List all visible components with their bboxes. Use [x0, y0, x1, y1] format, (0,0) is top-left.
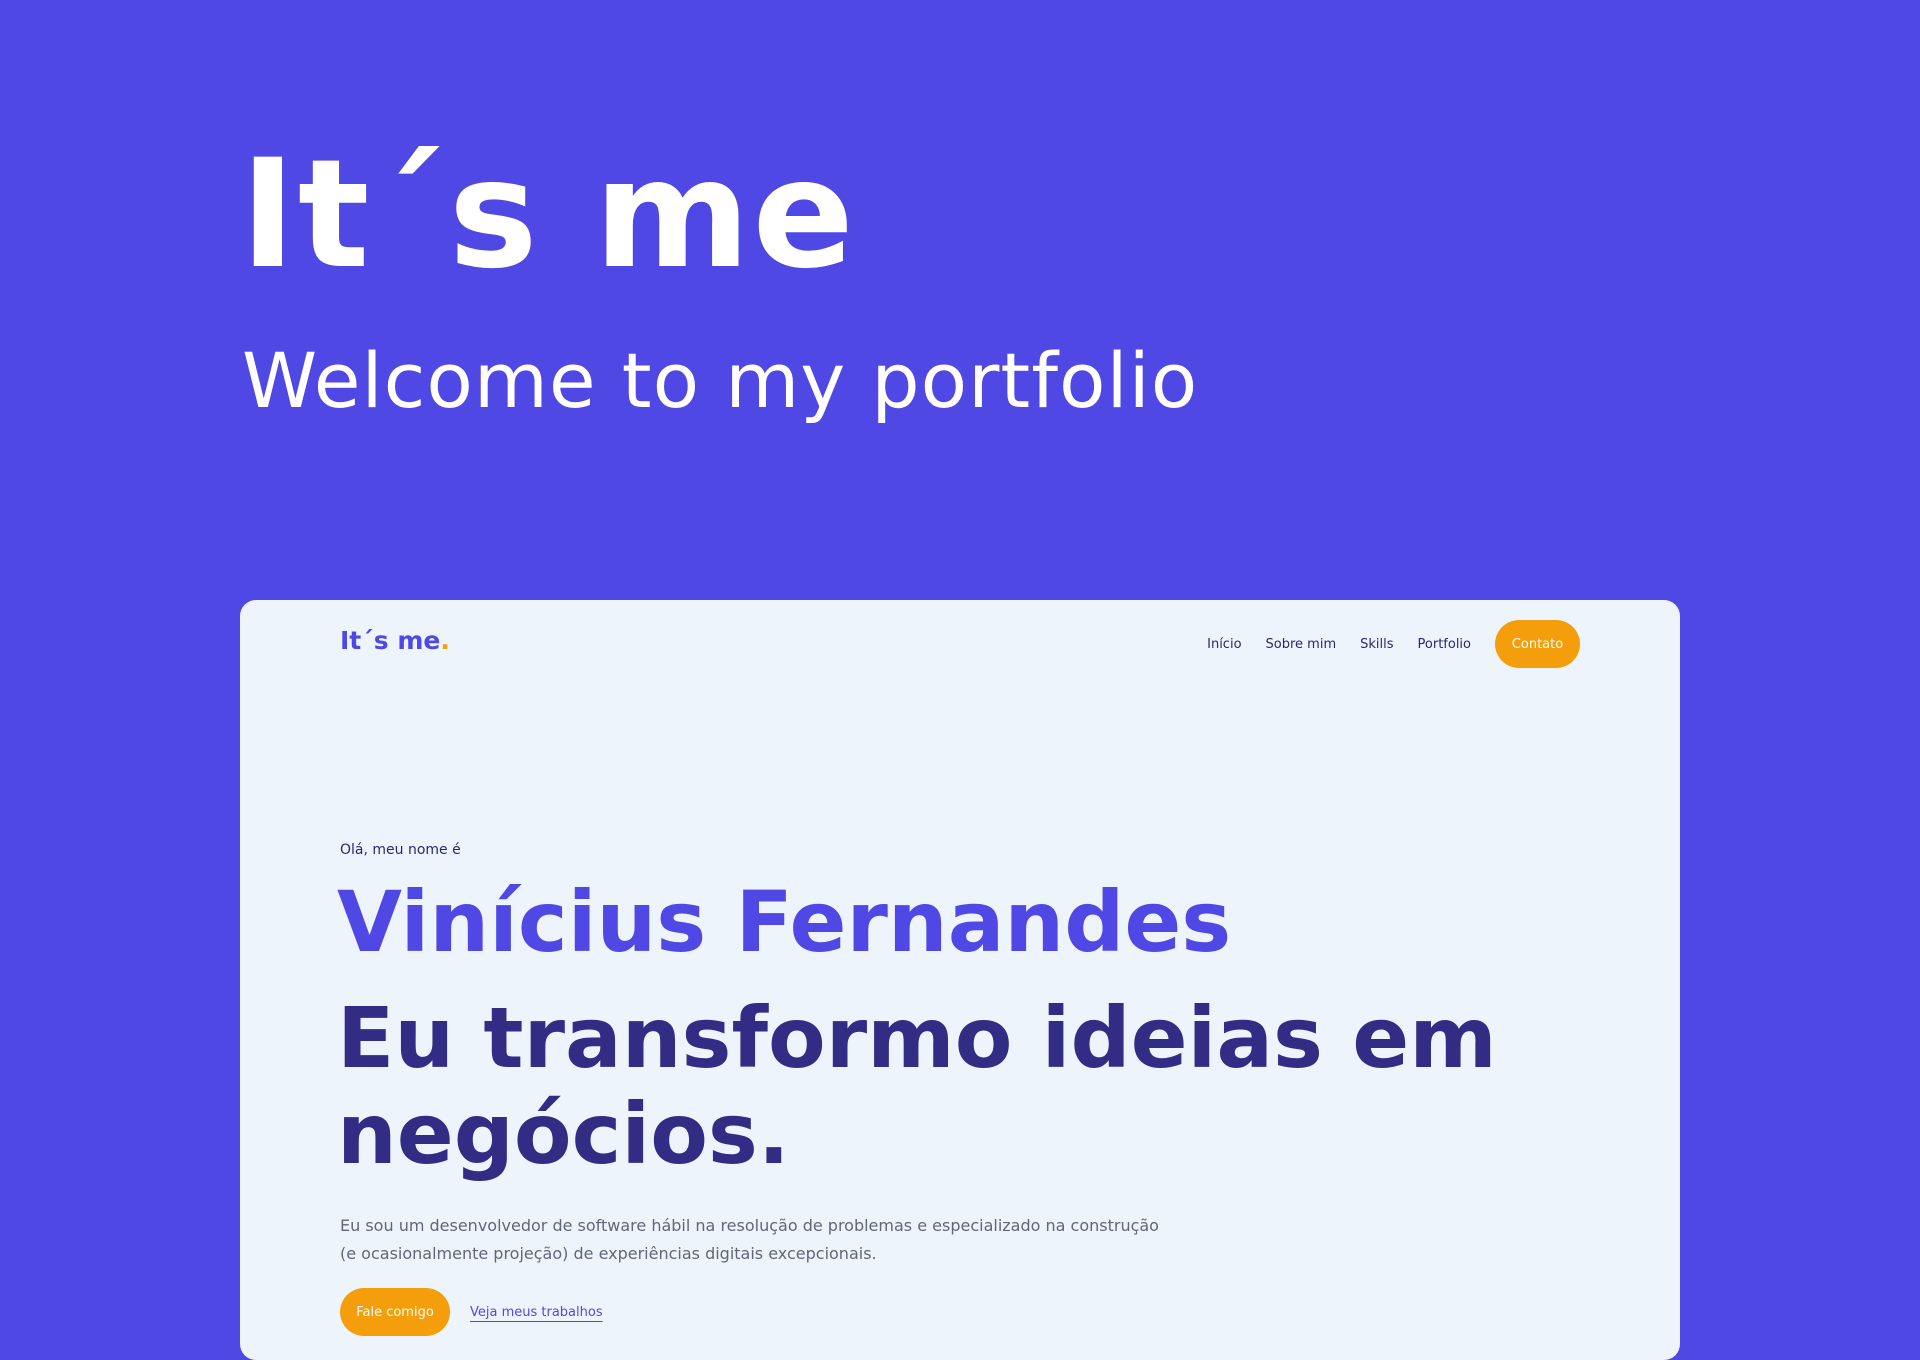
website-preview-card: It´s me. Início Sobre mim Skills Portfol…	[240, 600, 1680, 1360]
intro-name: Vinícius Fernandes	[337, 873, 1232, 971]
logo-text: It´s me	[340, 626, 441, 655]
intro-greeting: Olá, meu nome é	[340, 842, 461, 858]
intro-actions: Fale comigo Veja meus trabalhos	[340, 1288, 603, 1336]
intro-description: Eu sou um desenvolvedor de software hábi…	[340, 1216, 1159, 1263]
site-logo[interactable]: It´s me.	[340, 628, 450, 653]
intro-headline: Eu transformo ideias em negócios.	[337, 989, 1497, 1183]
nav-link-skills[interactable]: Skills	[1360, 637, 1393, 652]
nav-link-inicio[interactable]: Início	[1207, 637, 1241, 652]
talk-to-me-button[interactable]: Fale comigo	[340, 1288, 450, 1336]
see-my-work-link[interactable]: Veja meus trabalhos	[470, 1305, 603, 1320]
nav-link-portfolio[interactable]: Portfolio	[1418, 637, 1471, 652]
logo-dot: .	[440, 626, 450, 655]
nav-link-sobre-mim[interactable]: Sobre mim	[1266, 637, 1337, 652]
site-navigation: Início Sobre mim Skills Portfolio Contat…	[1207, 620, 1580, 668]
contact-button[interactable]: Contato	[1495, 620, 1580, 668]
hero-title: It´s me	[240, 128, 857, 302]
hero-subtitle: Welcome to my portfolio	[242, 336, 1199, 425]
